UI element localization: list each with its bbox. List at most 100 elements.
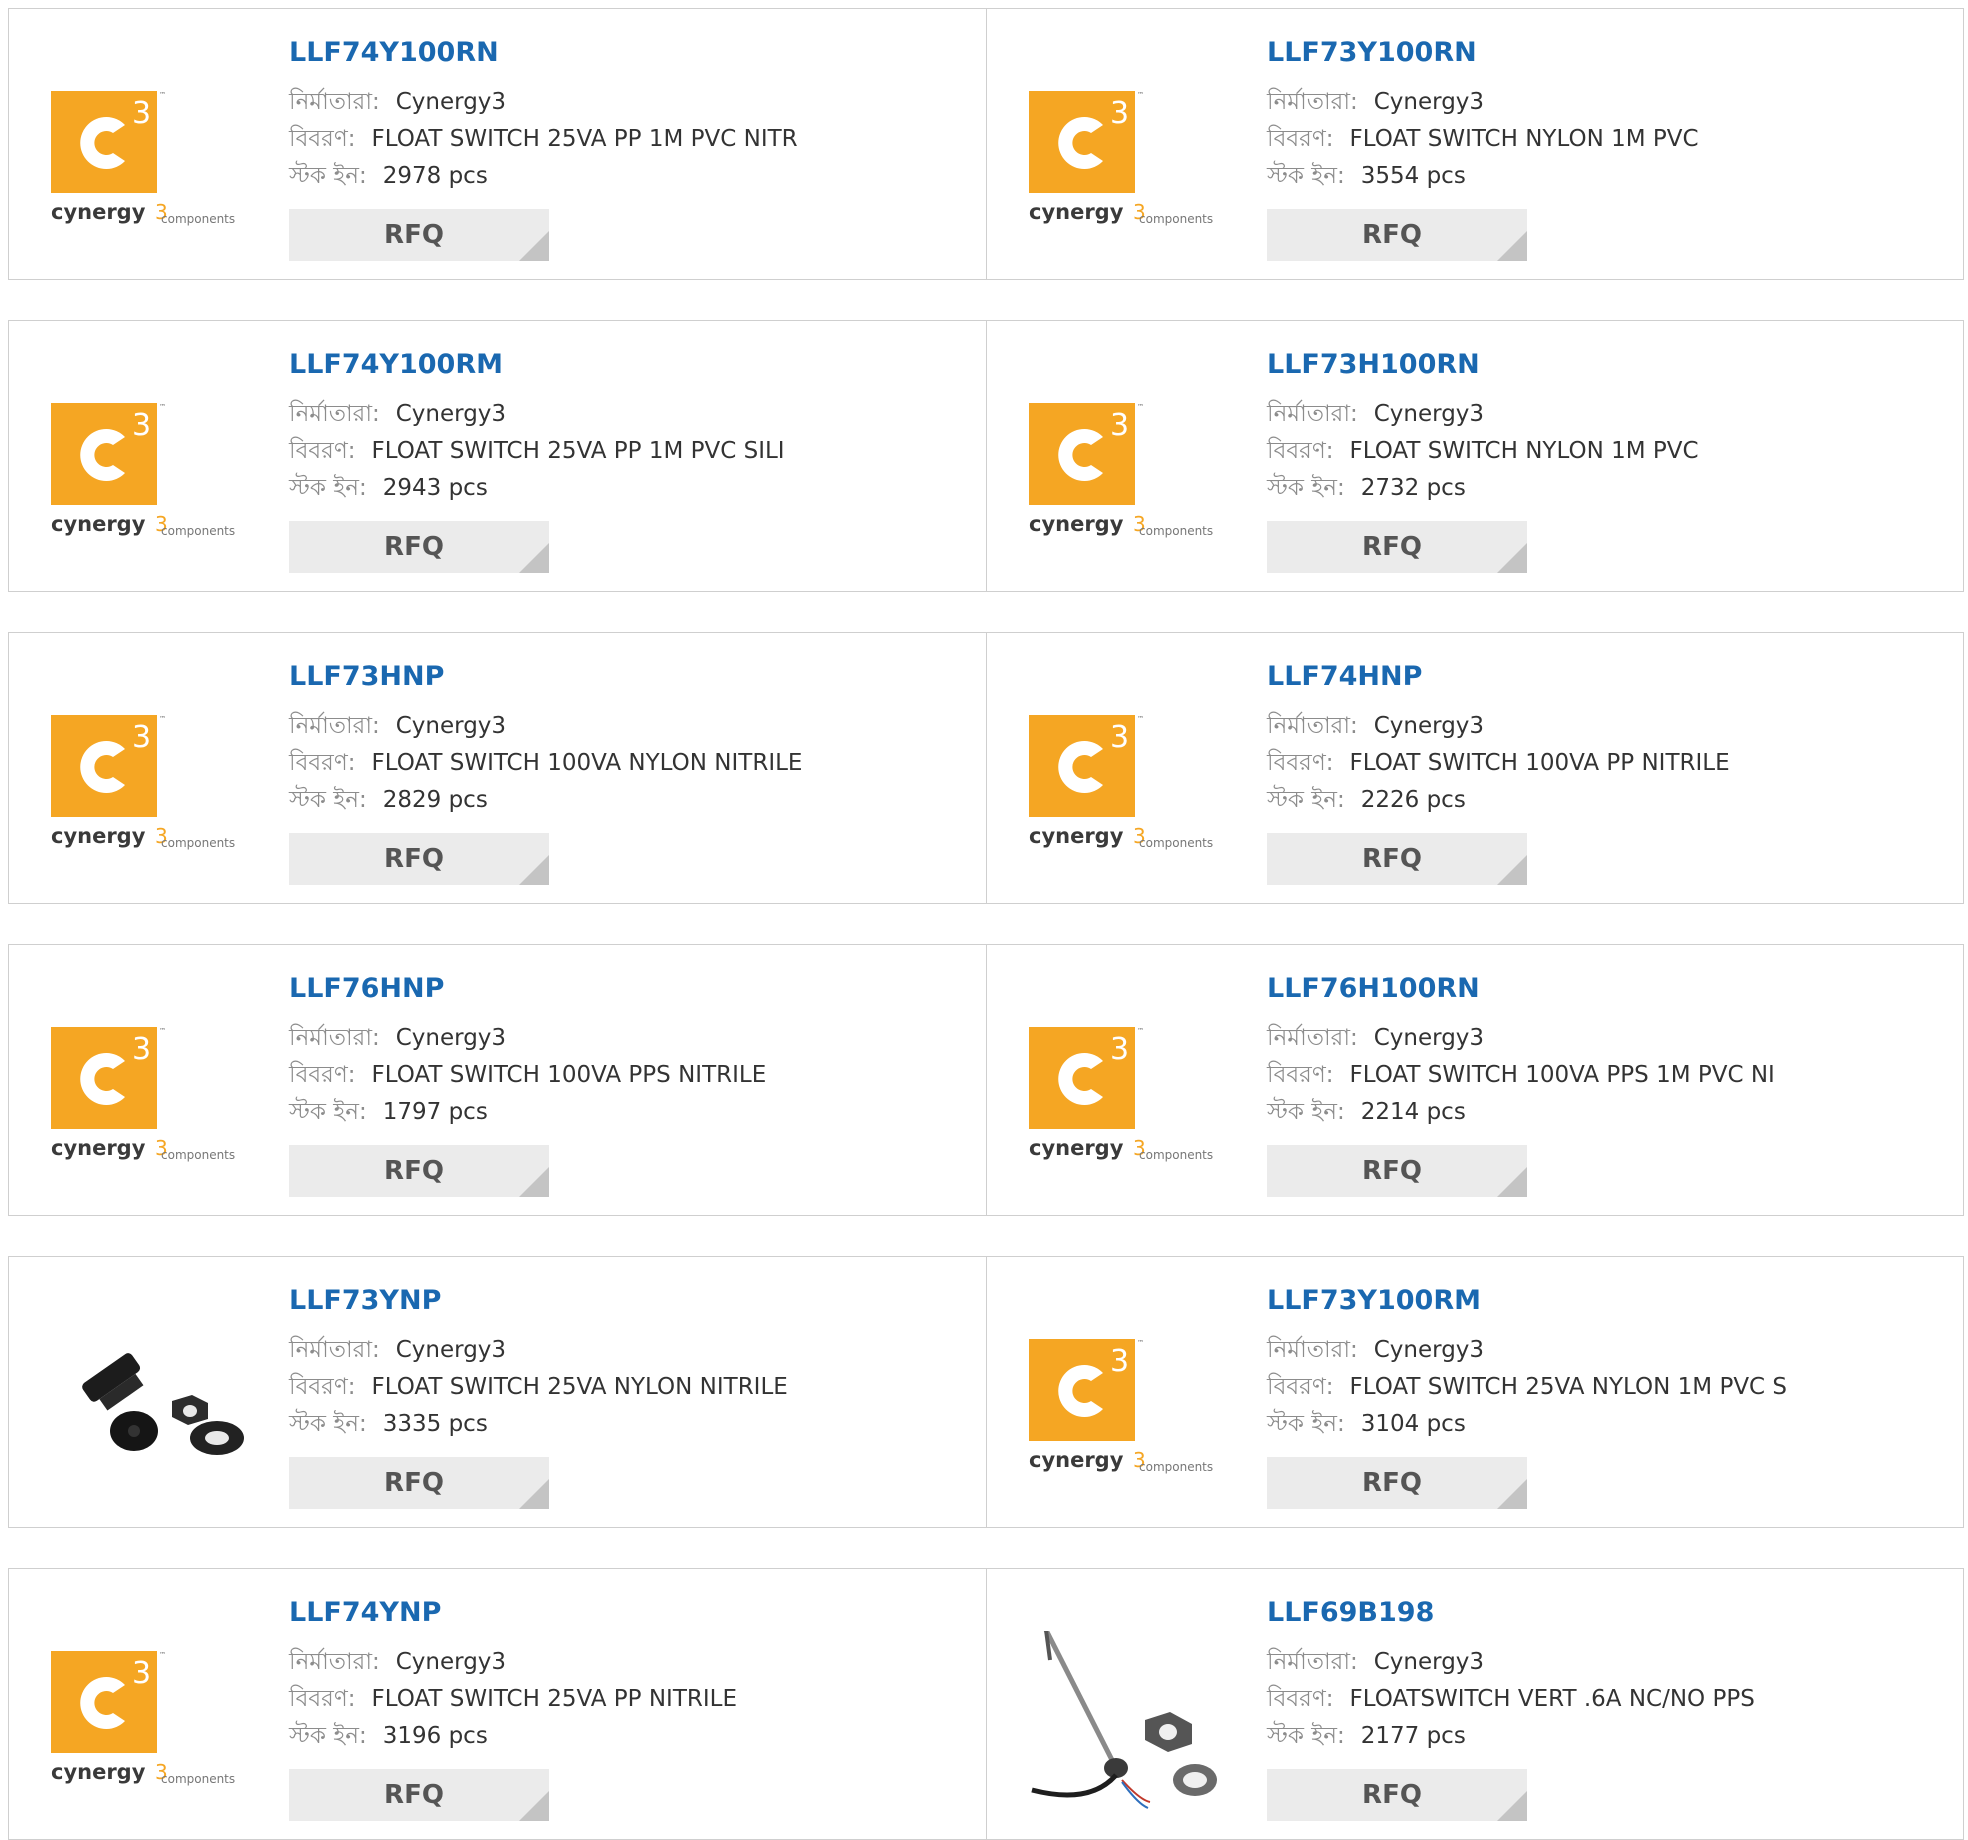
part-number-link[interactable]: LLF74Y100RN	[289, 39, 966, 66]
description-value: FLOAT SWITCH 25VA PP NITRILE	[371, 1686, 738, 1712]
description-label: বিবরণ:	[1267, 126, 1334, 152]
corner-triangle-icon	[519, 231, 549, 261]
product-card: 3 ™ cynergy 3 components LLF73H100RN নির্…	[986, 321, 1963, 591]
stock-value: 2943 pcs	[382, 475, 488, 501]
manufacturer-label: নির্মাতারা:	[1267, 401, 1358, 427]
svg-text:cynergy: cynergy	[51, 512, 146, 536]
svg-text:™: ™	[159, 91, 166, 99]
rfq-label: RFQ	[384, 1468, 444, 1498]
rfq-button[interactable]: RFQ	[1267, 209, 1527, 261]
part-number-link[interactable]: LLF69B198	[1267, 1599, 1943, 1626]
manufacturer-line: নির্মাতারা: Cynergy3	[1267, 708, 1943, 745]
rfq-label: RFQ	[1362, 844, 1422, 874]
stock-label: স্টক ইন:	[1267, 1723, 1345, 1749]
manufacturer-line: নির্মাতারা: Cynergy3	[289, 1644, 966, 1681]
svg-text:cynergy: cynergy	[1029, 1448, 1124, 1472]
stock-line: স্টক ইন: 2829 pcs	[289, 782, 966, 819]
description-line: বিবরণ: FLOAT SWITCH 100VA PPS NITRILE	[289, 1057, 966, 1094]
product-info: LLF76HNP নির্মাতারা: Cynergy3 বিবরণ: FLOAT S…	[289, 975, 966, 1131]
stock-value: 3104 pcs	[1360, 1411, 1466, 1437]
part-number-link[interactable]: LLF73Y100RN	[1267, 39, 1943, 66]
part-number-link[interactable]: LLF76H100RN	[1267, 975, 1943, 1002]
rfq-button[interactable]: RFQ	[289, 209, 549, 261]
svg-text:3: 3	[1110, 1344, 1129, 1379]
svg-text:™: ™	[1137, 1339, 1144, 1347]
description-value: FLOAT SWITCH 25VA NYLON 1M PVC S	[1349, 1374, 1788, 1400]
svg-text:cynergy: cynergy	[51, 1136, 146, 1160]
product-image[interactable]: 3 ™ cynergy 3 components	[1025, 383, 1235, 561]
part-number-link[interactable]: LLF74HNP	[1267, 663, 1943, 690]
manufacturer-label: নির্মাতারা:	[289, 1025, 380, 1051]
corner-triangle-icon	[1497, 231, 1527, 261]
stock-value: 2177 pcs	[1360, 1723, 1466, 1749]
stock-line: স্টক ইন: 2943 pcs	[289, 470, 966, 507]
description-label: বিবরণ:	[1267, 750, 1334, 776]
svg-text:3: 3	[132, 1032, 151, 1067]
stock-line: স্টক ইন: 2177 pcs	[1267, 1718, 1943, 1755]
product-row: 3 ™ cynergy 3 components LLF74Y100RN নির্…	[8, 8, 1964, 280]
rfq-button[interactable]: RFQ	[289, 521, 549, 573]
svg-text:™: ™	[1137, 91, 1144, 99]
part-number-link[interactable]: LLF73H100RN	[1267, 351, 1943, 378]
rfq-button[interactable]: RFQ	[1267, 1457, 1527, 1509]
rfq-button[interactable]: RFQ	[1267, 521, 1527, 573]
product-image[interactable]: 3 ™ cynergy 3 components	[1025, 695, 1235, 873]
part-number-link[interactable]: LLF73YNP	[289, 1287, 966, 1314]
description-line: বিবরণ: FLOATSWITCH VERT .6A NC/NO PPS	[1267, 1681, 1943, 1718]
manufacturer-label: নির্মাতারা:	[1267, 713, 1358, 739]
stock-value: 1797 pcs	[382, 1099, 488, 1125]
manufacturer-line: নির্মাতারা: Cynergy3	[289, 1332, 966, 1369]
product-image[interactable]: 3 ™ cynergy 3 components	[47, 695, 257, 873]
product-image[interactable]: 3 ™ cynergy 3 components	[47, 1631, 257, 1809]
corner-triangle-icon	[1497, 855, 1527, 885]
product-image[interactable]	[47, 1319, 257, 1497]
corner-triangle-icon	[519, 1791, 549, 1821]
rfq-button[interactable]: RFQ	[289, 1145, 549, 1197]
part-number-link[interactable]: LLF73Y100RM	[1267, 1287, 1943, 1314]
svg-text:3: 3	[132, 720, 151, 755]
product-image[interactable]: 3 ™ cynergy 3 components	[1025, 1007, 1235, 1185]
description-value: FLOAT SWITCH 100VA PPS 1M PVC NI	[1349, 1062, 1775, 1088]
svg-text:components: components	[161, 1148, 235, 1162]
manufacturer-label: নির্মাতারা:	[1267, 1337, 1358, 1363]
product-image[interactable]: 3 ™ cynergy 3 components	[47, 383, 257, 561]
part-number-link[interactable]: LLF74Y100RM	[289, 351, 966, 378]
rfq-button[interactable]: RFQ	[289, 1769, 549, 1821]
product-row: LLF73YNP নির্মাতারা: Cynergy3 বিবরণ: FLOAT S…	[8, 1256, 1964, 1528]
svg-text:™: ™	[159, 1651, 166, 1659]
product-info: LLF74Y100RN নির্মাতারা: Cynergy3 বিবরণ: FLOA…	[289, 39, 966, 195]
description-value: FLOAT SWITCH 100VA PPS NITRILE	[371, 1062, 767, 1088]
product-info: LLF73YNP নির্মাতারা: Cynergy3 বিবরণ: FLOAT S…	[289, 1287, 966, 1443]
corner-triangle-icon	[519, 543, 549, 573]
rfq-button[interactable]: RFQ	[1267, 1769, 1527, 1821]
part-number-link[interactable]: LLF74YNP	[289, 1599, 966, 1626]
product-image[interactable]: 3 ™ cynergy 3 components	[47, 71, 257, 249]
part-number-link[interactable]: LLF73HNP	[289, 663, 966, 690]
svg-text:3: 3	[1110, 720, 1129, 755]
product-info: LLF69B198 নির্মাতারা: Cynergy3 বিবরণ: FLOATS…	[1267, 1599, 1943, 1755]
product-image[interactable]: 3 ™ cynergy 3 components	[1025, 71, 1235, 249]
product-info: LLF74Y100RM নির্মাতারা: Cynergy3 বিবরণ: FLOA…	[289, 351, 966, 507]
product-image[interactable]	[1025, 1631, 1235, 1809]
rfq-label: RFQ	[384, 844, 444, 874]
rfq-button[interactable]: RFQ	[1267, 1145, 1527, 1197]
product-image[interactable]: 3 ™ cynergy 3 components	[47, 1007, 257, 1185]
rfq-button[interactable]: RFQ	[289, 833, 549, 885]
product-image[interactable]: 3 ™ cynergy 3 components	[1025, 1319, 1235, 1497]
description-label: বিবরণ:	[289, 126, 356, 152]
svg-text:components: components	[161, 1772, 235, 1786]
manufacturer-label: নির্মাতারা:	[1267, 89, 1358, 115]
svg-text:components: components	[161, 524, 235, 538]
manufacturer-line: নির্মাতারা: Cynergy3	[289, 84, 966, 121]
rfq-button[interactable]: RFQ	[1267, 833, 1527, 885]
svg-text:cynergy: cynergy	[51, 824, 146, 848]
rfq-button[interactable]: RFQ	[289, 1457, 549, 1509]
description-label: বিবরণ:	[289, 438, 356, 464]
svg-text:3: 3	[1110, 1032, 1129, 1067]
part-number-link[interactable]: LLF76HNP	[289, 975, 966, 1002]
stock-label: স্টক ইন:	[1267, 163, 1345, 189]
description-line: বিবরণ: FLOAT SWITCH 25VA PP 1M PVC NITR	[289, 121, 966, 158]
stock-label: স্টক ইন:	[1267, 787, 1345, 813]
product-row: 3 ™ cynergy 3 components LLF74Y100RM নির্…	[8, 320, 1964, 592]
float-switch-photo	[1031, 1631, 1217, 1809]
